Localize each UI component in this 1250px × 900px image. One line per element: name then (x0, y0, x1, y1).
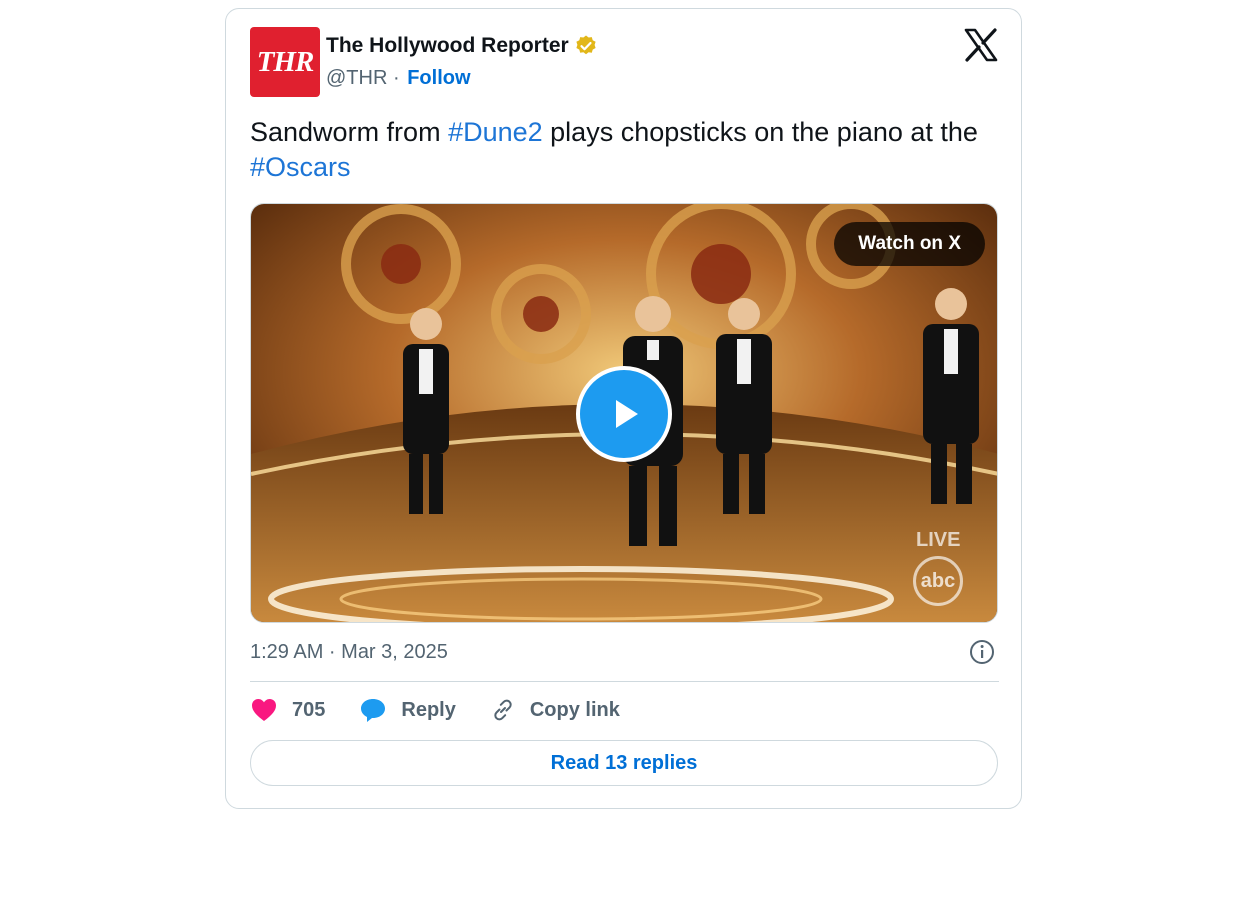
tweet-text-part: Sandworm from (250, 117, 449, 147)
tweet-text: Sandworm from #Dune2 plays chopsticks on… (250, 115, 1010, 185)
link-icon (494, 699, 512, 721)
embedded-tweet-card: THR The Hollywood Reporter @THR · Follow… (225, 8, 1022, 809)
reply-label: Reply (401, 698, 456, 721)
reply-bubble-icon (361, 699, 386, 722)
copy-link-label: Copy link (529, 698, 620, 721)
play-button[interactable] (576, 366, 672, 462)
video-media[interactable]: Watch on X LIVE abc (250, 203, 998, 623)
tweet-text-part: plays chopsticks on the piano at the (542, 117, 978, 147)
watch-on-x-button[interactable]: Watch on X (834, 222, 985, 266)
like-count: 705 (292, 698, 326, 721)
hashtag-oscars[interactable]: #Oscars (250, 152, 351, 182)
tweet-timestamp[interactable]: 1:29 AM · Mar 3, 2025 (250, 641, 448, 664)
like-button[interactable]: 705 (250, 697, 325, 723)
reply-button[interactable]: Reply (359, 697, 456, 723)
abc-network-logo: abc (913, 556, 963, 606)
author-handle[interactable]: @THR (326, 67, 387, 90)
divider (250, 681, 999, 682)
x-logo-icon[interactable] (963, 27, 999, 63)
verified-badge-icon (576, 35, 596, 55)
author-name[interactable]: The Hollywood Reporter (326, 34, 569, 58)
avatar-logo-text: THR (256, 45, 315, 78)
read-replies-button[interactable]: Read 13 replies (250, 740, 998, 786)
live-label: LIVE (916, 529, 961, 551)
tweet-actions: 705 Reply Copy link (250, 697, 654, 723)
info-icon[interactable] (969, 639, 995, 665)
handle-separator: · (392, 67, 400, 89)
follow-link[interactable]: Follow (407, 67, 470, 90)
play-icon (616, 400, 638, 428)
hashtag-dune2[interactable]: #Dune2 (448, 117, 543, 147)
author-handle-row: @THR · Follow (326, 67, 471, 90)
heart-icon (252, 699, 276, 721)
copy-link-button[interactable]: Copy link (490, 697, 620, 723)
thr-avatar[interactable]: THR (250, 27, 320, 97)
author-name-row: The Hollywood Reporter (326, 34, 598, 58)
